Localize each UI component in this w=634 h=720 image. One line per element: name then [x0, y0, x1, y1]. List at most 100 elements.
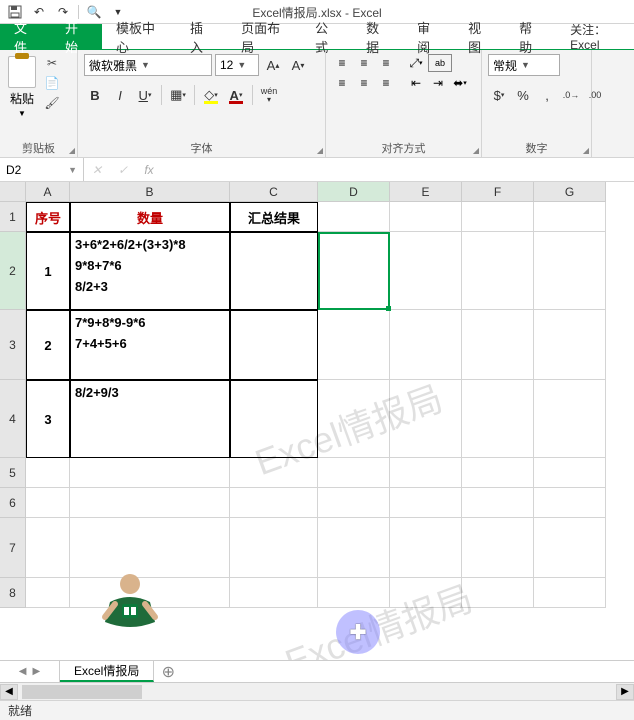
cell-D2[interactable] [318, 232, 390, 310]
number-format-combo[interactable]: 常规▼ [488, 54, 560, 76]
cell-E3[interactable] [390, 310, 462, 380]
cell-G1[interactable] [534, 202, 606, 232]
row-header-1[interactable]: 1 [0, 202, 26, 232]
cell-E6[interactable] [390, 488, 462, 518]
cell-A6[interactable] [26, 488, 70, 518]
fill-color-button[interactable]: ◇▾ [200, 84, 222, 106]
comma-button[interactable]: , [536, 84, 558, 106]
font-launcher[interactable]: ◢ [317, 146, 323, 155]
scroll-right-button[interactable]: ▶ [616, 684, 634, 700]
cell-result-1[interactable] [230, 232, 318, 310]
increase-decimal-button[interactable]: .0→ [560, 84, 582, 106]
cell-E5[interactable] [390, 458, 462, 488]
merge-button[interactable]: ⬌▾ [450, 74, 470, 92]
row-header-2[interactable]: 2 [0, 232, 26, 310]
cell-F8[interactable] [462, 578, 534, 608]
increase-indent-button[interactable]: ⇥ [428, 74, 448, 92]
tab-insert[interactable]: 插入 [176, 24, 227, 49]
name-box[interactable]: D2▼ [0, 158, 84, 181]
sheet-tab-active[interactable]: Excel情报局 [60, 661, 154, 682]
row-header-8[interactable]: 8 [0, 578, 26, 608]
tab-help[interactable]: 帮助 [505, 24, 556, 49]
cell-G6[interactable] [534, 488, 606, 518]
cell-D3[interactable] [318, 310, 390, 380]
cell-B6[interactable] [70, 488, 230, 518]
cell-E4[interactable] [390, 380, 462, 458]
cell-D6[interactable] [318, 488, 390, 518]
cell-E2[interactable] [390, 232, 462, 310]
cell-A8[interactable] [26, 578, 70, 608]
decrease-decimal-button[interactable]: .00 [584, 84, 606, 106]
increase-font-button[interactable]: A▴ [262, 54, 284, 76]
font-name-combo[interactable]: 微软雅黑▼ [84, 54, 212, 76]
cell-c1[interactable]: 汇总结果 [230, 202, 318, 232]
tab-pagelayout[interactable]: 页面布局 [227, 24, 301, 49]
tab-home[interactable]: 开始 [51, 24, 102, 49]
enter-formula-button[interactable]: ✓ [110, 158, 136, 181]
decrease-font-button[interactable]: A▾ [287, 54, 309, 76]
spreadsheet-grid[interactable]: ABCDEFG 12345678 序号数量汇总结果13+6*2+6/2+(3+3… [0, 182, 634, 660]
row-header-7[interactable]: 7 [0, 518, 26, 578]
sheet-nav-next[interactable]: ▶ [33, 666, 41, 677]
currency-button[interactable]: $▾ [488, 84, 510, 106]
cell-num-2[interactable]: 2 [26, 310, 70, 380]
cell-D5[interactable] [318, 458, 390, 488]
cell-data-1[interactable]: 3+6*2+6/2+(3+3)*89*8+7*68/2+3 [70, 232, 230, 310]
formula-input[interactable] [162, 158, 634, 181]
cell-F1[interactable] [462, 202, 534, 232]
percent-button[interactable]: % [512, 84, 534, 106]
underline-button[interactable]: U▾ [134, 84, 156, 106]
cell-B5[interactable] [70, 458, 230, 488]
add-sheet-button[interactable]: ⊕ [154, 661, 182, 682]
cell-E7[interactable] [390, 518, 462, 578]
cell-D8[interactable] [318, 578, 390, 608]
font-size-combo[interactable]: 12▼ [215, 54, 259, 76]
cell-D4[interactable] [318, 380, 390, 458]
cell-G5[interactable] [534, 458, 606, 488]
font-color-button[interactable]: A▾ [225, 84, 247, 106]
tab-file[interactable]: 文件 [0, 24, 51, 49]
horizontal-scrollbar[interactable]: ◀ ▶ [0, 682, 634, 700]
tab-formulas[interactable]: 公式 [301, 24, 352, 49]
cell-G3[interactable] [534, 310, 606, 380]
tab-data[interactable]: 数据 [352, 24, 403, 49]
cell-b1[interactable]: 数量 [70, 202, 230, 232]
clipboard-launcher[interactable]: ◢ [69, 146, 75, 155]
cell-F4[interactable] [462, 380, 534, 458]
tab-template[interactable]: 模板中心 [102, 24, 176, 49]
cell-A5[interactable] [26, 458, 70, 488]
cell-data-3[interactable]: 8/2+9/3 [70, 380, 230, 458]
cancel-formula-button[interactable]: ✕ [84, 158, 110, 181]
row-header-3[interactable]: 3 [0, 310, 26, 380]
cell-C8[interactable] [230, 578, 318, 608]
cell-C7[interactable] [230, 518, 318, 578]
sheet-nav-prev[interactable]: ◀ [19, 666, 27, 677]
cell-num-1[interactable]: 1 [26, 232, 70, 310]
cell-E1[interactable] [390, 202, 462, 232]
decrease-indent-button[interactable]: ⇤ [406, 74, 426, 92]
cell-G8[interactable] [534, 578, 606, 608]
cell-a1[interactable]: 序号 [26, 202, 70, 232]
tab-review[interactable]: 审阅 [403, 24, 454, 49]
cell-data-2[interactable]: 7*9+8*9-9*67+4+5+6 [70, 310, 230, 380]
select-all-corner[interactable] [0, 182, 26, 202]
bold-button[interactable]: B [84, 84, 106, 106]
align-right-button[interactable]: ≡ [376, 74, 396, 92]
paste-button[interactable]: 粘贴 ▼ [6, 54, 38, 120]
cell-D1[interactable] [318, 202, 390, 232]
align-bottom-button[interactable]: ≡ [376, 54, 396, 72]
cell-result-3[interactable] [230, 380, 318, 458]
col-header-D[interactable]: D [318, 182, 390, 202]
cell-F6[interactable] [462, 488, 534, 518]
col-header-B[interactable]: B [70, 182, 230, 202]
cell-F5[interactable] [462, 458, 534, 488]
row-header-6[interactable]: 6 [0, 488, 26, 518]
scroll-left-button[interactable]: ◀ [0, 684, 18, 700]
cell-result-2[interactable] [230, 310, 318, 380]
col-header-A[interactable]: A [26, 182, 70, 202]
cell-G4[interactable] [534, 380, 606, 458]
orientation-button[interactable]: ⤢▾ [406, 54, 426, 72]
alignment-launcher[interactable]: ◢ [473, 146, 479, 155]
col-header-C[interactable]: C [230, 182, 318, 202]
cut-button[interactable]: ✂ [42, 54, 62, 72]
